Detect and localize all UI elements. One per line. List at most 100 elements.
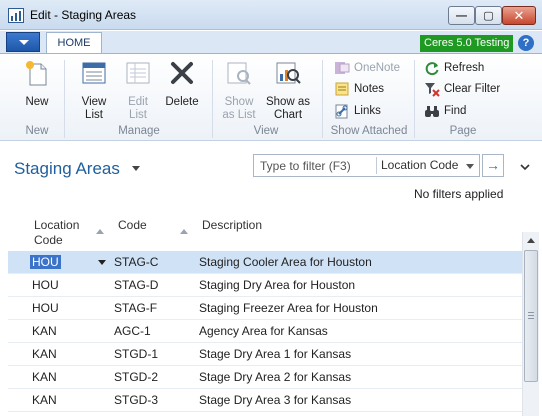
filter-input[interactable] [254, 155, 376, 176]
minimize-icon: — [456, 10, 467, 22]
page-title-dropdown-icon[interactable] [132, 166, 140, 171]
description-cell: Staging Dry Area for Houston [199, 278, 356, 292]
clear-filter-button[interactable]: Clear Filter [424, 80, 500, 98]
title-bar: Edit - Staging Areas — ▢ ✕ [0, 0, 542, 30]
filter-box: Location Code [253, 154, 480, 177]
show-as-chart-label: Show as Chart [265, 96, 311, 121]
code-cell: STAG-C [114, 255, 159, 269]
show-as-chart-button[interactable]: Show as Chart [264, 58, 312, 122]
code-cell: STGD-1 [114, 347, 159, 361]
close-button[interactable]: ✕ [502, 6, 536, 25]
apply-filter-button[interactable]: → [482, 154, 504, 177]
location-code-cell: KAN [32, 370, 57, 384]
tab-home[interactable]: HOME [46, 32, 102, 54]
links-label: Links [354, 105, 381, 117]
maximize-icon: ▢ [483, 10, 494, 22]
location-code-cell: KAN [32, 324, 57, 338]
scrollbar-thumb[interactable] [524, 250, 538, 382]
location-code-cell: HOU [32, 301, 59, 315]
table-row[interactable]: KAN STGD-2 Stage Dry Area 2 for Kansas [8, 366, 522, 389]
code-cell: STAG-D [114, 278, 159, 292]
ribbon-separator [414, 60, 415, 138]
code-cell: STGD-2 [114, 370, 159, 384]
delete-icon [171, 62, 193, 84]
notes-icon [335, 82, 349, 96]
find-button[interactable]: Find [424, 102, 466, 120]
edit-list-icon [126, 62, 150, 84]
chevron-down-icon[interactable] [466, 164, 474, 169]
clear-filter-icon [425, 83, 440, 97]
location-code-cell: HOU [32, 278, 59, 292]
sort-ascending-icon [180, 229, 188, 234]
group-label-view: View [253, 125, 279, 137]
ribbon-separator [322, 60, 323, 138]
filter-status: No filters applied [414, 187, 504, 201]
ribbon-separator [212, 60, 213, 138]
find-label: Find [444, 105, 467, 117]
ribbon: New New View List Edit List Delete Manag… [0, 53, 542, 141]
help-icon[interactable]: ? [518, 35, 534, 51]
location-code-cell: KAN [32, 347, 57, 361]
group-label-show-attached: Show Attached [330, 125, 408, 137]
show-as-list-icon [227, 62, 251, 85]
table-row[interactable]: KAN STGD-3 Stage Dry Area 3 for Kansas [8, 389, 522, 412]
table-row[interactable]: KAN STGD-1 Stage Dry Area 1 for Kansas [8, 343, 522, 366]
company-badge: Ceres 5.0 Testing [420, 35, 514, 52]
delete-button[interactable]: Delete [162, 58, 202, 109]
notes-label: Notes [354, 83, 385, 95]
page-title[interactable]: Staging Areas [14, 159, 120, 179]
notes-button[interactable]: Notes [334, 80, 384, 98]
onenote-label: OneNote [354, 62, 401, 74]
window-title: Edit - Staging Areas [30, 8, 137, 22]
arrow-right-icon: → [486, 157, 500, 173]
table-row[interactable]: KAN AGC-1 Agency Area for Kansas [8, 320, 522, 343]
new-label: New [25, 96, 49, 108]
collapse-chevron-icon[interactable] [520, 162, 530, 172]
onenote-icon [335, 62, 350, 74]
edit-list-button[interactable]: Edit List [120, 58, 156, 122]
grip-line [528, 315, 534, 316]
sort-ascending-icon [96, 229, 104, 234]
ribbon-separator [64, 60, 65, 138]
chevron-down-icon[interactable] [98, 260, 106, 265]
description-cell: Stage Dry Area 2 for Kansas [199, 370, 352, 384]
description-cell: Stage Dry Area 1 for Kansas [199, 347, 352, 361]
new-document-icon [26, 61, 47, 86]
description-cell: Staging Cooler Area for Houston [199, 255, 372, 269]
grip-line [528, 312, 534, 313]
code-cell: STAG-F [114, 301, 158, 315]
refresh-icon [425, 62, 439, 76]
refresh-label: Refresh [444, 62, 485, 74]
filter-field-select[interactable]: Location Code [381, 158, 458, 172]
close-icon: ✕ [513, 8, 525, 23]
show-as-list-button[interactable]: Show as List [220, 58, 258, 122]
links-icon [335, 104, 348, 119]
refresh-button[interactable]: Refresh [424, 59, 484, 77]
location-code-cell[interactable]: HOU [30, 251, 61, 273]
links-button[interactable]: Links [334, 102, 381, 120]
location-code-cell: KAN [32, 393, 57, 407]
maximize-button[interactable]: ▢ [475, 6, 502, 25]
vertical-scrollbar[interactable] [522, 232, 539, 416]
table-row[interactable]: HOU STAG-F Staging Freezer Area for Hous… [8, 297, 522, 320]
group-label-manage: Manage [118, 125, 160, 137]
code-cell: STGD-3 [114, 393, 159, 407]
delete-label: Delete [165, 96, 199, 108]
app-icon [8, 8, 24, 23]
onenote-button[interactable]: OneNote [334, 59, 400, 77]
new-button[interactable]: New [20, 58, 54, 109]
description-cell: Stage Dry Area 3 for Kansas [199, 393, 352, 407]
table-row[interactable]: HOU STAG-C Staging Cooler Area for Houst… [8, 251, 522, 274]
view-list-button[interactable]: View List [76, 58, 112, 122]
edit-list-label: Edit List [128, 96, 148, 121]
group-label-page: Page [449, 125, 477, 137]
scroll-up-button[interactable] [523, 232, 540, 249]
binoculars-icon [425, 106, 439, 117]
show-as-chart-icon [276, 62, 301, 84]
description-cell: Agency Area for Kansas [199, 324, 328, 338]
view-list-icon [82, 62, 106, 84]
minimize-button[interactable]: — [448, 6, 475, 25]
application-menu-button[interactable] [6, 32, 40, 52]
table-row[interactable]: HOU STAG-D Staging Dry Area for Houston [8, 274, 522, 297]
group-label-new: New [25, 125, 49, 137]
